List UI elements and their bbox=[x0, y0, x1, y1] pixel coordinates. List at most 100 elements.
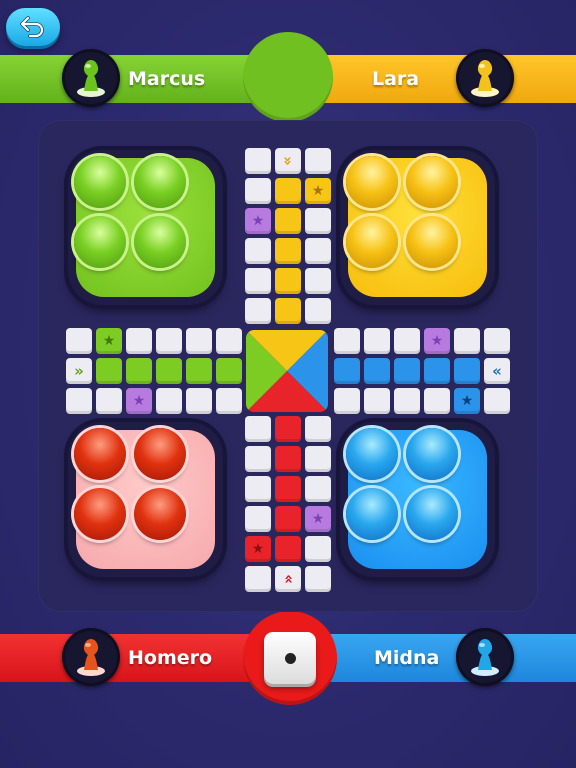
back-button[interactable] bbox=[6, 8, 60, 46]
board-cell bbox=[186, 328, 212, 354]
token-green[interactable] bbox=[74, 216, 126, 268]
board-cell: ★ bbox=[305, 506, 331, 532]
token-blue[interactable] bbox=[346, 428, 398, 480]
double-chevron-icon: » bbox=[278, 156, 297, 166]
board-cell bbox=[364, 328, 390, 354]
board-cell bbox=[275, 416, 301, 442]
board-cell bbox=[275, 208, 301, 234]
board-cell bbox=[245, 148, 271, 174]
token-yellow[interactable] bbox=[406, 216, 458, 268]
board-cell bbox=[394, 388, 420, 414]
board-cell: « bbox=[484, 358, 510, 384]
board-cell bbox=[394, 358, 420, 384]
board-cell: » bbox=[66, 358, 92, 384]
double-chevron-icon: » bbox=[278, 574, 297, 584]
player-name-midna: Midna bbox=[374, 647, 440, 669]
token-red[interactable] bbox=[134, 428, 186, 480]
board-cell bbox=[275, 238, 301, 264]
dice-pip bbox=[284, 652, 296, 664]
star-icon: ★ bbox=[430, 333, 444, 349]
board-cell bbox=[305, 298, 331, 324]
board-cell: ★ bbox=[454, 388, 480, 414]
board-cell bbox=[364, 358, 390, 384]
board-cell bbox=[305, 238, 331, 264]
board-cell bbox=[216, 328, 242, 354]
board-cell bbox=[245, 178, 271, 204]
token-yellow[interactable] bbox=[346, 156, 398, 208]
board-cell bbox=[275, 476, 301, 502]
board-cell bbox=[334, 358, 360, 384]
board-cell bbox=[245, 298, 271, 324]
board-cell bbox=[454, 328, 480, 354]
board-cell bbox=[334, 388, 360, 414]
double-chevron-icon: » bbox=[74, 362, 84, 380]
token-red[interactable] bbox=[74, 428, 126, 480]
board-cell bbox=[245, 238, 271, 264]
avatar-midna bbox=[456, 628, 514, 686]
board-cell: ★ bbox=[96, 328, 122, 354]
board-cell bbox=[156, 358, 182, 384]
board-cell bbox=[305, 148, 331, 174]
board-cell bbox=[126, 358, 152, 384]
pawn-icon bbox=[77, 639, 105, 676]
board-cell: ★ bbox=[424, 328, 450, 354]
board-cell bbox=[305, 476, 331, 502]
star-icon: ★ bbox=[460, 393, 474, 409]
board-cell: » bbox=[275, 148, 301, 174]
board-cell bbox=[305, 446, 331, 472]
player-name-homero: Homero bbox=[128, 647, 213, 669]
turn-indicator bbox=[243, 32, 333, 122]
token-red[interactable] bbox=[134, 488, 186, 540]
board-cell bbox=[364, 388, 390, 414]
board-cell bbox=[245, 268, 271, 294]
board-cell bbox=[66, 388, 92, 414]
board-cell bbox=[394, 328, 420, 354]
token-green[interactable] bbox=[74, 156, 126, 208]
board-cell bbox=[305, 566, 331, 592]
board-cell bbox=[275, 298, 301, 324]
board-cell bbox=[305, 268, 331, 294]
finish-center bbox=[246, 330, 328, 412]
board-cell bbox=[186, 388, 212, 414]
board-cell bbox=[484, 388, 510, 414]
board-cell bbox=[216, 358, 242, 384]
token-yellow[interactable] bbox=[346, 216, 398, 268]
board-cell bbox=[216, 388, 242, 414]
avatar-homero bbox=[62, 628, 120, 686]
star-icon: ★ bbox=[311, 511, 325, 527]
token-yellow[interactable] bbox=[406, 156, 458, 208]
board-cell bbox=[156, 388, 182, 414]
dice[interactable] bbox=[264, 632, 316, 684]
star-icon: ★ bbox=[251, 541, 265, 557]
board-cell: ★ bbox=[305, 178, 331, 204]
player-name-lara: Lara bbox=[372, 68, 420, 90]
star-icon: ★ bbox=[311, 183, 325, 199]
board-cell: ★ bbox=[245, 536, 271, 562]
board-cell bbox=[305, 416, 331, 442]
avatar-marcus bbox=[62, 49, 120, 107]
board-cell bbox=[245, 446, 271, 472]
board-cell bbox=[275, 268, 301, 294]
token-red[interactable] bbox=[74, 488, 126, 540]
pawn-icon bbox=[471, 639, 499, 676]
board-cell bbox=[186, 358, 212, 384]
token-green[interactable] bbox=[134, 216, 186, 268]
token-green[interactable] bbox=[134, 156, 186, 208]
token-blue[interactable] bbox=[406, 428, 458, 480]
token-blue[interactable] bbox=[406, 488, 458, 540]
board-cell bbox=[424, 358, 450, 384]
token-blue[interactable] bbox=[346, 488, 398, 540]
board-cell bbox=[424, 388, 450, 414]
pawn-icon bbox=[77, 60, 105, 97]
board-cell bbox=[484, 328, 510, 354]
back-arrow-icon bbox=[20, 16, 44, 38]
double-chevron-icon: « bbox=[492, 362, 502, 380]
board-cell bbox=[275, 446, 301, 472]
board-cell: ★ bbox=[245, 208, 271, 234]
board-cell bbox=[245, 566, 271, 592]
board-cell: » bbox=[275, 566, 301, 592]
board-cell bbox=[96, 388, 122, 414]
dice-area[interactable] bbox=[243, 611, 337, 705]
board-cell bbox=[96, 358, 122, 384]
board-cell bbox=[305, 536, 331, 562]
